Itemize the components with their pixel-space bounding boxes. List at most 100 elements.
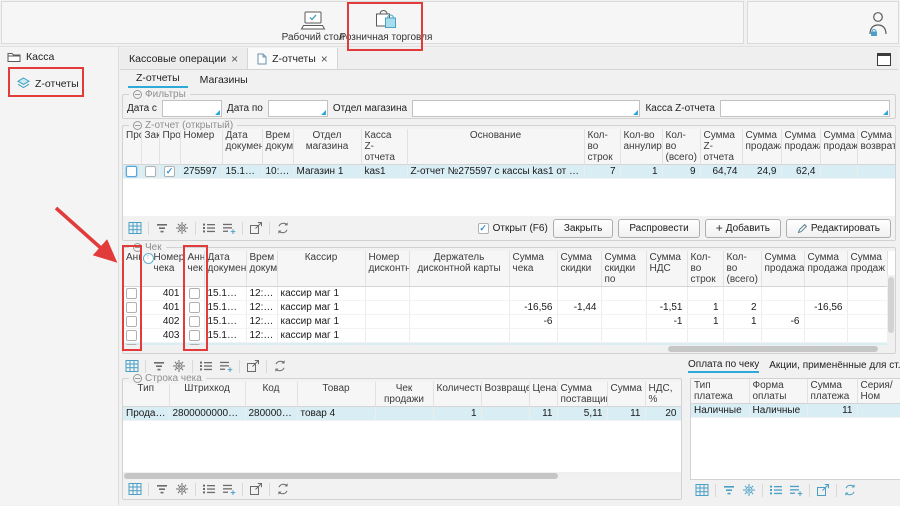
scrollbar-thumb[interactable] (888, 277, 894, 333)
numbered-list-icon[interactable] (769, 483, 783, 497)
table-row[interactable]: ✓27559715.10.2410:16Магазин 1kas1Z-отчет… (123, 165, 895, 179)
column-header[interactable]: Про (159, 129, 180, 165)
horizontal-scrollbar[interactable] (123, 345, 895, 353)
row-checkbox[interactable] (189, 330, 200, 341)
sidebar-item-kassa[interactable]: Касса (0, 47, 118, 67)
date-to-input[interactable] (268, 100, 328, 117)
gear-icon[interactable] (172, 359, 186, 373)
store-dept-input[interactable] (412, 100, 640, 117)
column-header[interactable]: Код (245, 382, 297, 407)
row-checkbox[interactable] (189, 316, 200, 327)
numbered-list-icon[interactable] (199, 359, 213, 373)
table-row[interactable]: 40115.10.2412:13кассир маг 1 (123, 287, 887, 301)
column-header[interactable]: Тип платежа (691, 379, 749, 404)
collapse-icon[interactable] (133, 90, 142, 99)
column-header[interactable]: НДС, % (645, 382, 681, 407)
close-button[interactable]: Закрыть (553, 219, 614, 238)
horizontal-scrollbar[interactable] (123, 472, 681, 479)
column-header[interactable]: Кол-во аннулирс (620, 129, 662, 165)
grid-icon[interactable] (128, 482, 142, 496)
column-header[interactable]: Номер дисконтн (365, 251, 409, 287)
close-icon[interactable]: × (231, 54, 238, 64)
user-button[interactable] (866, 10, 889, 37)
column-header[interactable]: Сумма продаж (820, 129, 857, 165)
row-checkbox[interactable] (189, 288, 200, 299)
column-header[interactable]: Сумма продаж (847, 251, 887, 287)
kassa-z-input[interactable] (720, 100, 890, 117)
filter-icon[interactable] (722, 483, 736, 497)
edit-button[interactable]: Редактировать (786, 219, 891, 238)
grid-icon[interactable] (695, 483, 709, 497)
close-icon[interactable]: × (321, 54, 328, 64)
column-header[interactable]: Сумма возврата (857, 129, 895, 165)
column-header[interactable]: Сумма поставщик (557, 382, 607, 407)
add-list-icon[interactable] (222, 482, 236, 496)
add-list-icon[interactable] (222, 221, 236, 235)
grid-icon[interactable] (128, 221, 142, 235)
column-header[interactable]: Кассир (277, 251, 365, 287)
table-row[interactable]: НаличныеНаличные11 (691, 404, 900, 418)
column-header[interactable]: Сумма продажа (804, 251, 847, 287)
column-header[interactable]: Зак (141, 129, 159, 165)
column-header[interactable]: Про (123, 129, 141, 165)
column-header[interactable]: Анн чек (184, 251, 204, 287)
grid-icon[interactable] (125, 359, 139, 373)
window-icon[interactable] (877, 53, 891, 66)
add-button[interactable]: +Добавить (705, 219, 781, 238)
column-header[interactable]: Сумма скидки по (601, 251, 646, 287)
column-header[interactable]: Касса Z- отчета (361, 129, 407, 165)
column-header[interactable]: Сумма чека (509, 251, 557, 287)
tab-payment[interactable]: Оплата по чеку (688, 359, 759, 373)
refresh-icon[interactable] (276, 482, 290, 496)
collapse-icon[interactable] (133, 374, 142, 383)
table-row[interactable]: 40115.10.2412:16кассир маг 1-16,56-1,44-… (123, 301, 887, 315)
column-header[interactable]: Сумма скидки (557, 251, 601, 287)
row-checkbox[interactable] (145, 166, 156, 177)
refresh-icon[interactable] (843, 483, 857, 497)
refresh-icon[interactable] (273, 359, 287, 373)
open-f6-checkbox[interactable]: ✓ (478, 223, 489, 234)
column-header[interactable]: Держатель дисконтной карты (409, 251, 509, 287)
table-row[interactable]: 40315.10.2412:46кассир маг 1 (123, 329, 887, 343)
column-header[interactable]: Врем докум (246, 251, 277, 287)
column-header[interactable]: Сумма платежа (807, 379, 857, 404)
column-header[interactable]: Анн (123, 251, 140, 287)
row-checkbox[interactable] (126, 166, 137, 177)
filter-icon[interactable] (155, 221, 169, 235)
scrollbar-thumb[interactable] (668, 346, 878, 352)
open-window-icon[interactable] (816, 483, 830, 497)
tab-promos[interactable]: Акции, применённые для ст... (769, 360, 900, 372)
desktop-button[interactable]: Рабочий стол (279, 4, 347, 43)
row-checkbox[interactable]: ✓ (164, 166, 175, 177)
column-header[interactable]: Количество (433, 382, 481, 407)
add-list-icon[interactable] (219, 359, 233, 373)
scrollbar-thumb[interactable] (124, 473, 558, 479)
retail-button[interactable]: Розничная торговля (351, 4, 421, 43)
collapse-icon[interactable] (133, 243, 142, 252)
column-header[interactable]: Сумма (607, 382, 645, 407)
gear-icon[interactable] (175, 482, 189, 496)
subtab-zreports[interactable]: Z-отчеты (128, 71, 188, 88)
column-header[interactable]: Кол-во (всего) (662, 129, 700, 165)
column-header[interactable]: Серия/Ном (857, 379, 900, 404)
column-header[interactable]: Отдел магазина (293, 129, 361, 165)
column-header[interactable]: Тип (123, 382, 169, 407)
numbered-list-icon[interactable] (202, 221, 216, 235)
column-header[interactable]: Дата докумен (204, 251, 246, 287)
table-row[interactable]: 40215.10.2412:20кассир маг 1-6-111-6 (123, 315, 887, 329)
vertical-scrollbar[interactable] (887, 275, 895, 345)
gear-icon[interactable] (175, 221, 189, 235)
column-header[interactable]: Возвращен (481, 382, 529, 407)
collapse-icon[interactable] (133, 121, 142, 130)
column-header[interactable]: Врем докум (262, 129, 293, 165)
unpost-button[interactable]: Распровести (618, 219, 699, 238)
column-header[interactable]: Номер (180, 129, 222, 165)
numbered-list-icon[interactable] (202, 482, 216, 496)
column-header[interactable]: Сумма продажа (742, 129, 781, 165)
open-window-icon[interactable] (246, 359, 260, 373)
row-checkbox[interactable] (126, 288, 137, 299)
open-window-icon[interactable] (249, 221, 263, 235)
column-header[interactable]: ↑Номер чека (140, 251, 184, 287)
row-checkbox[interactable] (126, 330, 137, 341)
column-header[interactable]: Дата докумен (222, 129, 262, 165)
